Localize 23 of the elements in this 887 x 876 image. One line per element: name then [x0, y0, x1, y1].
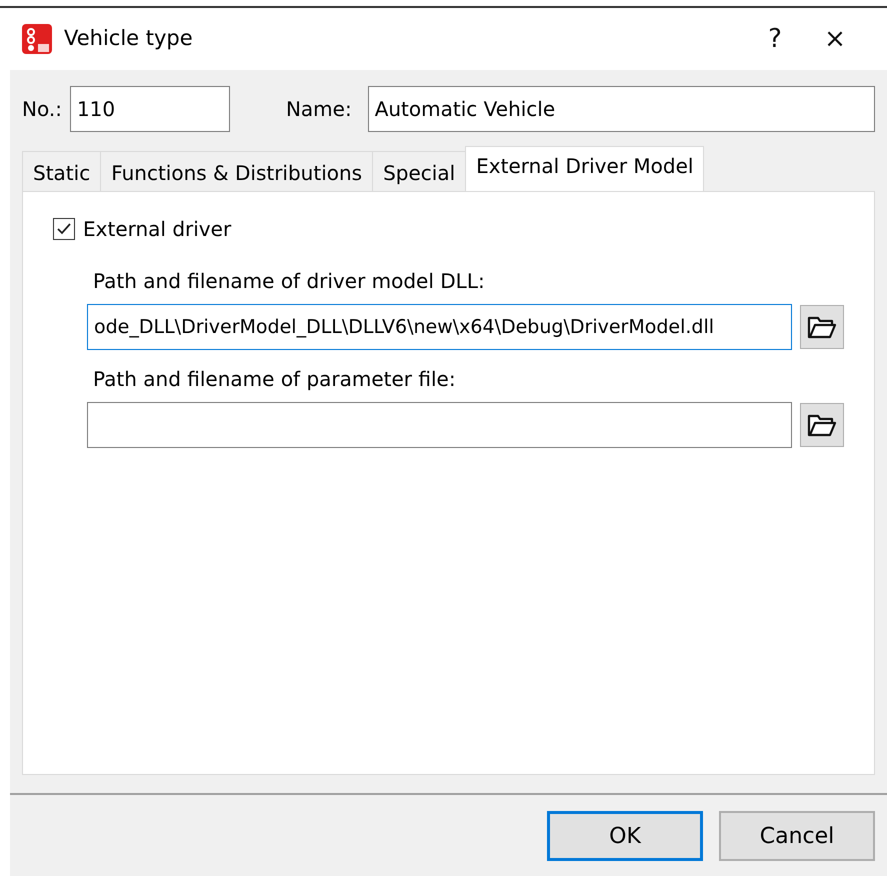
field-label: Path and filename of driver model DLL:: [93, 268, 486, 295]
close-button[interactable]: ×: [805, 20, 865, 58]
dialog-button[interactable]: OK: [547, 811, 703, 861]
path-field[interactable]: [87, 402, 792, 448]
app-icon: [22, 24, 52, 54]
checkbox[interactable]: [53, 218, 75, 240]
browse-button[interactable]: [800, 403, 844, 447]
browse-button[interactable]: [800, 305, 844, 349]
field-label: No.:: [22, 96, 62, 123]
folder-icon: [807, 412, 837, 438]
field-label: Path and filename of parameter file:: [93, 366, 457, 393]
path-field[interactable]: ode_DLL\DriverModel_DLL\DLLV6\new\x64\Debug\DriverModel.dll: [87, 304, 792, 350]
checkbox-label: External driver: [83, 216, 232, 243]
field-label: Name:: [286, 96, 352, 123]
window-title: Vehicle type: [64, 25, 194, 52]
help-button[interactable]: ?: [745, 20, 805, 58]
number-field[interactable]: 110: [70, 86, 230, 132]
folder-icon: [807, 314, 837, 340]
check-icon: [56, 221, 72, 237]
name-field[interactable]: Automatic Vehicle: [368, 86, 875, 132]
tab[interactable]: Static: [22, 151, 102, 191]
tab[interactable]: External Driver Model: [465, 146, 704, 191]
dialog-button[interactable]: Cancel: [719, 811, 875, 861]
